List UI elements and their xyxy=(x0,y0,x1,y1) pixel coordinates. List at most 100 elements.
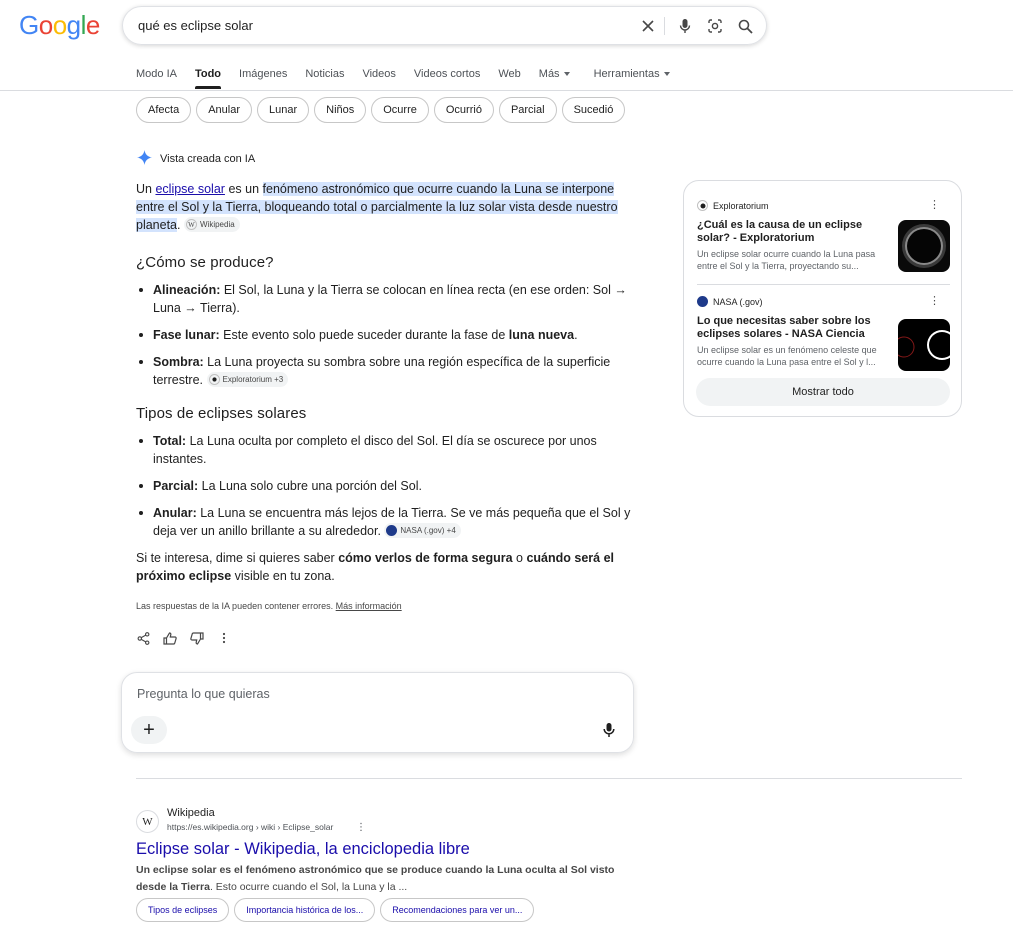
ai-sparkle-icon xyxy=(137,150,152,168)
result-title-link[interactable]: Eclipse solar - Wikipedia, la encicloped… xyxy=(136,840,470,859)
chip-afecta[interactable]: Afecta xyxy=(136,97,192,123)
section-types-title: Tipos de eclipses solares xyxy=(136,405,307,422)
ai-overview-header: Vista creada con IA xyxy=(137,150,255,168)
learn-more-link[interactable]: Más información xyxy=(336,601,402,611)
tab-label: Modo IA xyxy=(136,68,177,80)
result-sublinks: Tipos de eclipses Importancia histórica d… xyxy=(136,898,535,922)
wikipedia-icon[interactable]: W xyxy=(136,810,159,833)
chip-ocurre[interactable]: Ocurre xyxy=(371,97,429,123)
source-title[interactable]: Lo que necesitas saber sobre los eclipse… xyxy=(697,315,890,341)
snippet-rest: . Esto ocurre cuando el Sol, la Luna y l… xyxy=(209,881,408,893)
tab-label: Herramientas xyxy=(593,68,660,80)
citation-chip[interactable]: NASA (.gov) +4 xyxy=(384,523,461,539)
item-text: La Luna solo cubre una porción del Sol. xyxy=(198,479,422,493)
exploratorium-icon xyxy=(208,374,220,386)
item-text: El Sol, la Luna y la Tierra se colocan e… xyxy=(153,283,627,315)
search-divider xyxy=(664,17,665,35)
result-sublink[interactable]: Recomendaciones para ver un... xyxy=(380,898,535,922)
ask-input[interactable]: Pregunta lo que quieras xyxy=(137,687,270,701)
logo-letter: o xyxy=(52,10,67,40)
search-query[interactable]: qué es eclipse solar xyxy=(138,18,253,33)
item-term: Sombra: xyxy=(153,355,204,369)
source-card-exploratorium[interactable]: Exploratorium ⋮ ¿Cuál es la causa de un … xyxy=(697,200,950,272)
results-divider xyxy=(136,778,962,779)
citation-wikipedia[interactable]: W Wikipedia xyxy=(183,217,240,233)
dropdown-caret-icon xyxy=(663,72,670,77)
chip-anular[interactable]: Anular xyxy=(196,97,252,123)
tab-más[interactable]: Más xyxy=(539,66,570,90)
more-options-icon[interactable]: ⋮ xyxy=(356,822,366,833)
more-options-icon[interactable]: ⋮ xyxy=(929,296,940,307)
section-how-title: ¿Cómo se produce? xyxy=(136,254,274,271)
more-options-icon[interactable]: ⋮ xyxy=(929,200,940,211)
chip-ocurrió[interactable]: Ocurrió xyxy=(433,97,494,123)
more-options-icon[interactable] xyxy=(217,631,231,645)
thumbs-up-icon[interactable] xyxy=(163,631,177,645)
source-description: Un eclipse solar es un fenómeno celeste … xyxy=(697,345,877,367)
search-icon[interactable] xyxy=(735,16,755,36)
eclipse-solar-link[interactable]: eclipse solar xyxy=(155,182,224,196)
chip-lunar[interactable]: Lunar xyxy=(256,97,310,123)
tab-noticias[interactable]: Noticias xyxy=(305,66,344,90)
tab-label: Más xyxy=(538,68,560,80)
thumbs-down-icon[interactable] xyxy=(190,631,204,645)
citation-chip[interactable]: Exploratorium +3 xyxy=(206,372,289,388)
tab-herramientas[interactable]: Herramientas xyxy=(594,66,670,90)
eclipse-thumbnail[interactable] xyxy=(898,319,950,371)
eclipse-thumbnail[interactable] xyxy=(898,220,950,272)
sources-divider xyxy=(697,284,950,285)
wikipedia-icon: W xyxy=(185,219,197,231)
item-term: Parcial: xyxy=(153,479,199,493)
list-item: Alineación: El Sol, la Luna y la Tierra … xyxy=(139,281,631,317)
intro-prefix: Un xyxy=(136,182,152,196)
microphone-icon[interactable] xyxy=(603,722,615,743)
source-card-nasa[interactable]: NASA (.gov) ⋮ Lo que necesitas saber sob… xyxy=(697,296,950,371)
ai-disclaimer: Las respuestas de la IA pueden contener … xyxy=(136,597,631,615)
item-term: Alineación: xyxy=(153,283,221,297)
closing-text: visible en tu zona. xyxy=(231,569,335,583)
source-site: NASA (.gov) xyxy=(697,296,950,307)
ask-followup-box[interactable]: Pregunta lo que quieras + xyxy=(121,672,634,753)
closing-text: o xyxy=(512,551,527,565)
lens-search-icon[interactable] xyxy=(705,16,725,36)
citation-label: NASA (.gov) +4 xyxy=(400,525,456,535)
tab-videos[interactable]: Videos xyxy=(362,66,395,90)
list-item: Fase lunar: Este evento solo puede suced… xyxy=(139,326,631,344)
share-icon[interactable] xyxy=(136,631,150,645)
item-term: Anular: xyxy=(153,506,197,520)
source-title[interactable]: ¿Cuál es la causa de un eclipse solar? -… xyxy=(697,219,890,245)
item-bold: luna nueva xyxy=(508,328,575,342)
result-url[interactable]: https://es.wikipedia.org › wiki › Eclips… xyxy=(167,822,333,832)
chip-parcial[interactable]: Parcial xyxy=(498,97,557,123)
clear-icon[interactable] xyxy=(638,16,658,36)
item-text: La Luna oculta por completo el disco del… xyxy=(153,434,597,466)
add-button[interactable]: + xyxy=(131,716,167,744)
tab-label: Videos xyxy=(362,68,396,80)
list-item: Total: La Luna oculta por completo el di… xyxy=(139,432,631,468)
tab-label: Videos cortos xyxy=(413,68,481,80)
citation-label: Exploratorium +3 xyxy=(222,374,284,384)
list-item: Anular: La Luna se encuentra más lejos d… xyxy=(139,504,631,540)
result-sublink[interactable]: Importancia histórica de los... xyxy=(234,898,376,922)
tab-web[interactable]: Web xyxy=(498,66,520,90)
tab-todo[interactable]: Todo xyxy=(194,66,222,90)
result-site-name[interactable]: Wikipedia xyxy=(167,807,215,819)
ai-closing: Si te interesa, dime si quieres saber có… xyxy=(136,549,631,585)
show-all-button[interactable]: Mostrar todo xyxy=(696,378,950,406)
voice-search-icon[interactable] xyxy=(675,16,695,36)
tab-imágenes[interactable]: Imágenes xyxy=(239,66,287,90)
ai-overview-body: Un eclipse solar es un fenómeno astronóm… xyxy=(136,180,631,615)
result-sublink[interactable]: Tipos de eclipses xyxy=(136,898,230,922)
search-box[interactable]: qué es eclipse solar xyxy=(122,6,767,45)
chip-niños[interactable]: Niños xyxy=(314,97,367,123)
item-term: Total: xyxy=(153,434,187,448)
list-item: Parcial: La Luna solo cubre una porción … xyxy=(139,477,631,495)
chip-sucedió[interactable]: Sucedió xyxy=(561,97,626,123)
tab-videos-cortos[interactable]: Videos cortos xyxy=(414,66,480,90)
source-site-name: NASA (.gov) xyxy=(713,296,763,307)
section-how-list: Alineación: El Sol, la Luna y la Tierra … xyxy=(136,281,631,389)
dropdown-caret-icon xyxy=(563,72,570,77)
google-logo[interactable]: Google xyxy=(19,10,100,41)
closing-bold-safe: cómo verlos de forma segura xyxy=(338,551,513,565)
tab-modo-ia[interactable]: Modo IA xyxy=(136,66,177,90)
